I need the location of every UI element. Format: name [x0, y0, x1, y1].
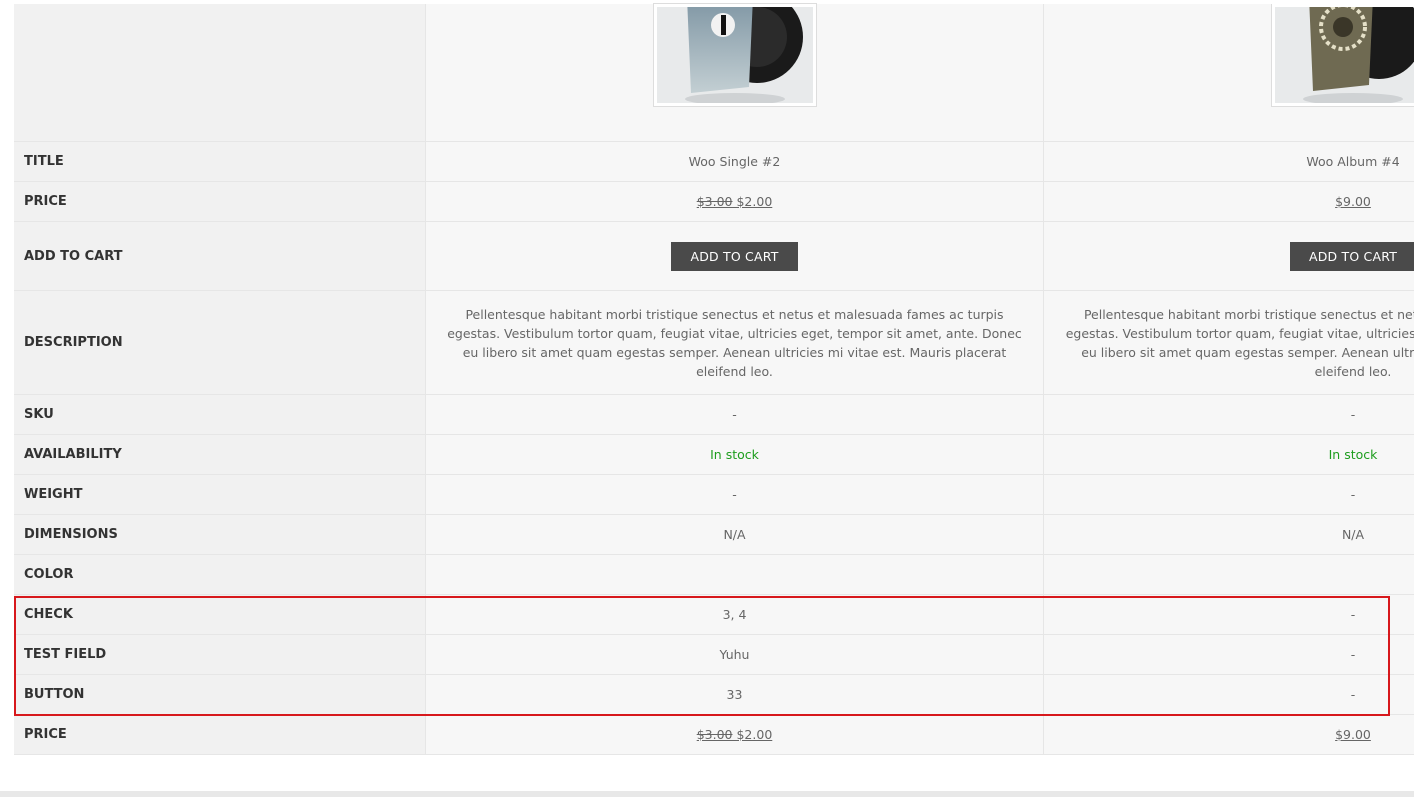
price-row: PRICE $3.00 $2.00 $9.00	[14, 182, 1414, 222]
product-title-2[interactable]: Woo Album #4	[1044, 154, 1414, 169]
product-price-bottom-1: $3.00 $2.00	[425, 715, 1043, 754]
new-price: $2.00	[736, 194, 773, 209]
product-price-1: $3.00 $2.00	[425, 182, 1043, 221]
product-availability-1: In stock	[425, 435, 1043, 474]
add-to-cart-row: ADD TO CART ADD TO CART ADD TO CART	[14, 222, 1414, 291]
new-price: $9.00	[1335, 194, 1371, 209]
add-to-cart-cell-1: ADD TO CART	[425, 222, 1043, 290]
color-row: COLOR	[14, 555, 1414, 595]
add-to-cart-button-2[interactable]: ADD TO CART	[1289, 241, 1414, 271]
product-thumbnail-1[interactable]	[652, 3, 817, 107]
product-weight-1: -	[425, 475, 1043, 514]
product-test-field-1: Yuhu	[425, 635, 1043, 674]
image-row-label	[14, 4, 425, 141]
vinyl-album-image	[1275, 7, 1414, 103]
new-price: $9.00	[1335, 727, 1371, 742]
product-description-1: Pellentesque habitant morbi tristique se…	[447, 306, 1022, 379]
description-row: DESCRIPTION Pellentesque habitant morbi …	[14, 291, 1414, 395]
new-price: $2.00	[736, 727, 773, 742]
price-bottom-label: PRICE	[14, 715, 425, 754]
price-bottom-row: PRICE $3.00 $2.00 $9.00	[14, 715, 1414, 755]
availability-row: AVAILABILITY In stock In stock	[14, 435, 1414, 475]
title-row: TITLE Woo Single #2 Woo Album #4	[14, 142, 1414, 182]
test-field-row: TEST FIELD Yuhu -	[14, 635, 1414, 675]
product-sku-1: -	[425, 395, 1043, 434]
product-button-1: 33	[425, 675, 1043, 714]
product-description-2: Pellentesque habitant morbi tristique se…	[1065, 306, 1414, 379]
product-test-field-2: -	[1350, 647, 1356, 662]
add-to-cart-button-1[interactable]: ADD TO CART	[671, 241, 798, 271]
comparison-table: TITLE Woo Single #2 Woo Album #4 PRICE $…	[14, 3, 1414, 755]
sku-label: SKU	[14, 395, 425, 434]
product-image-cell-2	[1043, 4, 1414, 141]
vinyl-single-image	[656, 7, 813, 103]
product-availability-2: In stock	[1328, 447, 1378, 462]
product-dimensions-2: N/A	[1341, 527, 1365, 542]
product-dimensions-1: N/A	[425, 515, 1043, 554]
button-row: BUTTON 33 -	[14, 675, 1414, 715]
bottom-divider	[0, 791, 1414, 797]
dimensions-label: DIMENSIONS	[14, 515, 425, 554]
description-label: DESCRIPTION	[14, 291, 425, 394]
color-label: COLOR	[14, 555, 425, 594]
old-price: $3.00	[696, 194, 733, 209]
product-sku-2: -	[1350, 407, 1356, 422]
old-price: $3.00	[696, 727, 733, 742]
weight-row: WEIGHT - -	[14, 475, 1414, 515]
title-label: TITLE	[14, 142, 425, 181]
product-image-cell-1	[425, 3, 1043, 141]
product-weight-2: -	[1350, 487, 1356, 502]
availability-label: AVAILABILITY	[14, 435, 425, 474]
weight-label: WEIGHT	[14, 475, 425, 514]
product-title-1[interactable]: Woo Single #2	[425, 142, 1043, 181]
test-field-label: TEST FIELD	[14, 635, 425, 674]
add-to-cart-label: ADD TO CART	[14, 222, 425, 290]
sku-row: SKU - -	[14, 395, 1414, 435]
product-check-2: -	[1350, 607, 1356, 622]
button-label: BUTTON	[14, 675, 425, 714]
product-button-2: -	[1350, 687, 1356, 702]
image-row	[14, 3, 1414, 142]
price-label: PRICE	[14, 182, 425, 221]
product-price-2: $9.00	[1044, 194, 1414, 209]
product-color-1	[425, 555, 1043, 594]
dimensions-row: DIMENSIONS N/A N/A	[14, 515, 1414, 555]
check-row: CHECK 3, 4 -	[14, 595, 1414, 635]
product-check-1: 3, 4	[425, 595, 1043, 634]
product-price-bottom-2: $9.00	[1044, 727, 1414, 742]
product-thumbnail-2[interactable]	[1271, 4, 1414, 107]
check-label: CHECK	[14, 595, 425, 634]
